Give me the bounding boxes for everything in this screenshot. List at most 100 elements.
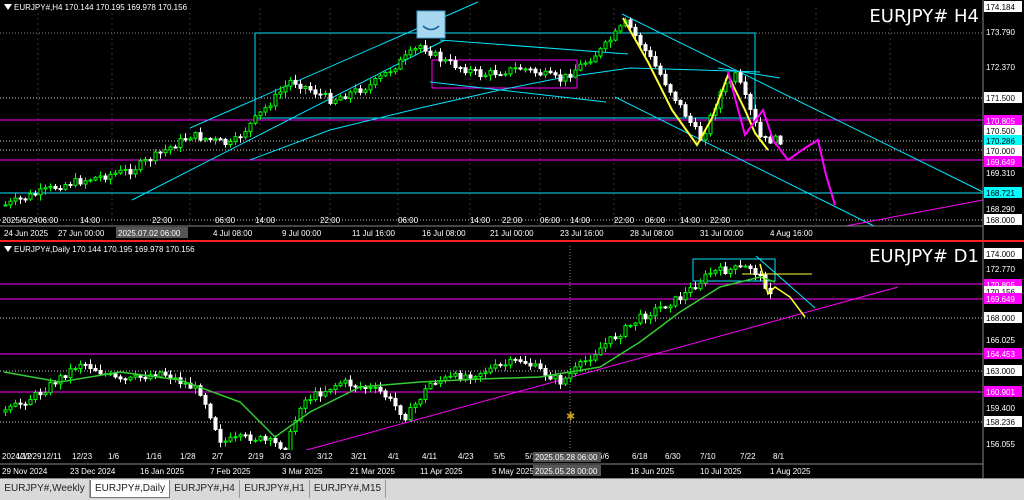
- candle-body: [503, 364, 508, 367]
- candle-body: [478, 373, 483, 378]
- candle-body: [328, 92, 333, 104]
- candle-body: [13, 197, 18, 202]
- candle-body: [648, 315, 653, 320]
- candle-body: [438, 51, 443, 62]
- candle-body: [278, 91, 283, 95]
- tab-daily[interactable]: EURJPY#,Daily: [90, 480, 170, 498]
- candle-body: [213, 417, 218, 430]
- smiley-marker-icon: [416, 10, 446, 39]
- date-tick-label: 12/11: [42, 452, 62, 461]
- candle-body: [318, 391, 323, 397]
- candle-body: [108, 173, 113, 180]
- tab-h4[interactable]: EURJPY#,H4: [170, 480, 240, 498]
- pane-menu-icon[interactable]: [4, 246, 12, 252]
- time-axis-label: 23 Dec 2024: [70, 467, 116, 476]
- d1-chart-canvas[interactable]: ✱12/2 12/11 12/23 1/6 1/16 1/28 2/7 2/19 3/3 3/12…: [0, 242, 1024, 478]
- date-tick-label: 6/18: [632, 452, 648, 461]
- candle-body: [403, 413, 408, 421]
- tab-weekly[interactable]: EURJPY#,Weekly: [0, 480, 90, 498]
- h4-chart-pane[interactable]: 06:00 14:00 22:00 06:00 14:00 22:00 06:00 14:00…: [0, 0, 1024, 240]
- candle-body: [763, 136, 768, 139]
- candle-body: [243, 434, 248, 437]
- candle-body: [328, 389, 333, 392]
- candle-body: [13, 402, 18, 407]
- date-tick-label: 5/5: [494, 452, 506, 461]
- trend-line: [429, 81, 607, 103]
- candle-body: [423, 388, 428, 400]
- candle-body: [3, 204, 8, 207]
- candle-body: [238, 136, 243, 139]
- price-label: 168.721: [986, 189, 1015, 198]
- candle-body: [493, 70, 498, 76]
- time-axis-label: 27 Jun 00:00: [58, 229, 105, 238]
- time-axis-label: 31 Jul 00:00: [700, 229, 744, 238]
- candle-body: [518, 359, 523, 363]
- price-label: 160.901: [986, 388, 1015, 397]
- candle-body: [63, 184, 68, 190]
- candle-body: [153, 151, 158, 162]
- price-label: 172.770: [986, 265, 1015, 274]
- candle-body: [558, 74, 563, 82]
- h4-symbol-title: EURJPY# H4: [869, 6, 979, 27]
- candle-body: [33, 391, 38, 400]
- candle-body: [233, 436, 238, 439]
- candle-body: [278, 442, 283, 449]
- candle-body: [643, 313, 648, 320]
- candle-body: [8, 405, 13, 411]
- candle-body: [213, 138, 218, 141]
- price-label: 158.236: [986, 418, 1015, 427]
- candle-body: [133, 169, 138, 175]
- candle-body: [508, 358, 513, 366]
- candle-body: [168, 146, 173, 151]
- candle-body: [458, 67, 463, 70]
- tab-m15[interactable]: EURJPY#,M15: [310, 480, 386, 498]
- candle-body: [93, 368, 98, 371]
- candle-body: [33, 193, 38, 196]
- candle-body: [453, 372, 458, 377]
- candle-body: [378, 386, 383, 392]
- candle-body: [423, 45, 428, 52]
- candle-body: [613, 30, 618, 41]
- candle-body: [263, 107, 268, 113]
- candle-body: [678, 99, 683, 106]
- candle-body: [453, 60, 458, 69]
- candle-body: [703, 273, 708, 284]
- candle-body: [413, 403, 418, 409]
- candle-body: [63, 375, 68, 379]
- tab-h1[interactable]: EURJPY#,H1: [240, 480, 310, 498]
- candle-body: [658, 65, 663, 75]
- candle-body: [48, 185, 53, 189]
- h4-chart-canvas[interactable]: 06:00 14:00 22:00 06:00 14:00 22:00 06:00 14:00…: [0, 0, 1024, 240]
- candle-body: [308, 86, 313, 91]
- candle-body: [253, 115, 258, 124]
- candle-body: [633, 322, 638, 326]
- pane-menu-icon[interactable]: [4, 4, 12, 10]
- candle-body: [68, 368, 73, 379]
- candle-body: [598, 48, 603, 57]
- candle-body: [533, 68, 538, 74]
- price-label: 171.500: [986, 94, 1015, 103]
- candle-body: [298, 83, 303, 89]
- d1-chart-pane[interactable]: ✱ 12/2 12/11 12/23 1/6 1/16 1/28 2/7 2/19 3/3 3/12…: [0, 240, 1024, 478]
- time-axis-label: 11 Apr 2025: [420, 467, 463, 476]
- candle-body: [188, 137, 193, 141]
- date-tick-label: 4/23: [458, 452, 474, 461]
- time-tick-label: 22:00: [502, 216, 523, 225]
- candle-body: [98, 175, 103, 178]
- corner-date-label: 2025/6/24: [2, 216, 38, 225]
- candle-body: [268, 105, 273, 109]
- candle-body: [613, 336, 618, 340]
- date-tick-label: 7/10: [700, 452, 716, 461]
- candle-body: [288, 431, 293, 451]
- d1-symbol-title: EURJPY# D1: [869, 246, 979, 267]
- time-axis-label: 16 Jan 2025: [140, 467, 185, 476]
- candle-body: [333, 99, 338, 104]
- trend-line: [614, 96, 879, 229]
- candle-body: [273, 93, 278, 107]
- candle-body: [498, 364, 503, 367]
- candle-body: [488, 367, 493, 373]
- candle-body: [193, 132, 198, 139]
- candle-body: [68, 184, 73, 187]
- date-tick-label: 12/23: [72, 452, 93, 461]
- candle-body: [618, 335, 623, 340]
